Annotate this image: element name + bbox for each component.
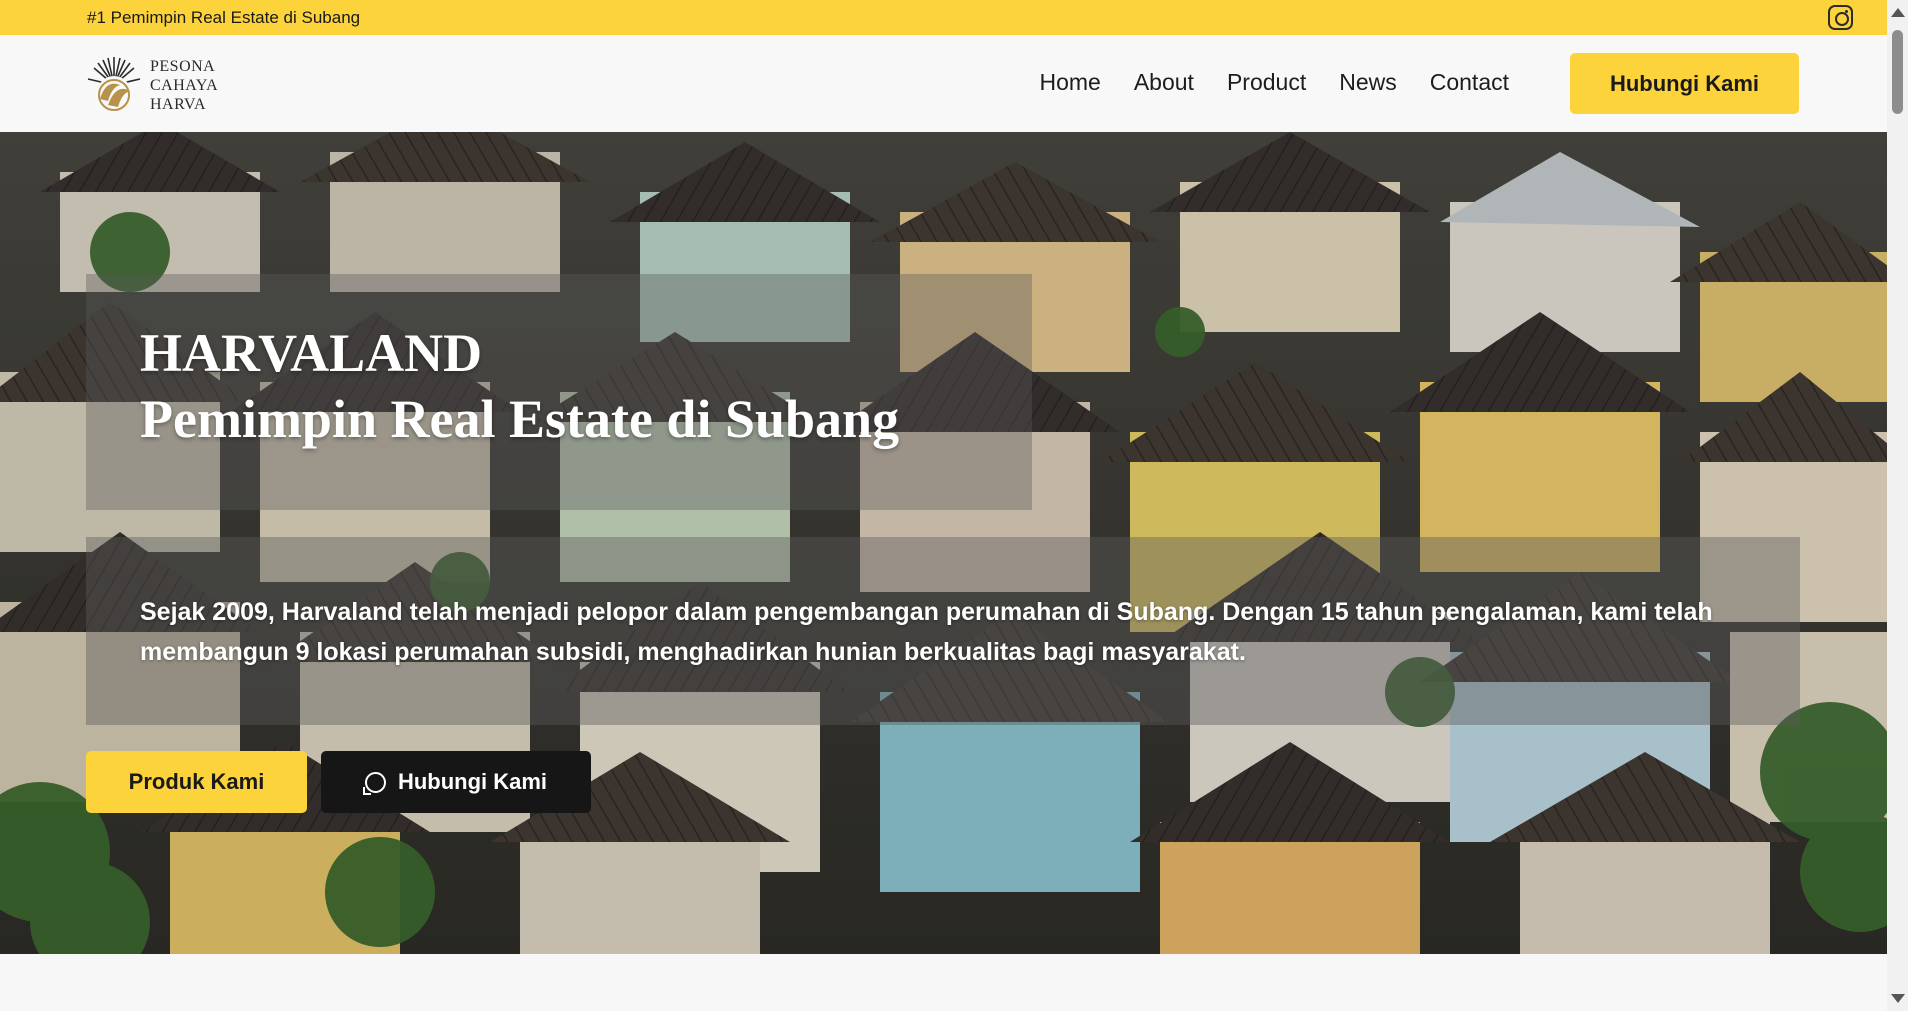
scrollbar-thumb[interactable]	[1892, 30, 1903, 114]
nav-news[interactable]: News	[1339, 69, 1397, 96]
whatsapp-icon	[362, 771, 386, 795]
contact-us-button[interactable]: Hubungi Kami	[1570, 53, 1799, 114]
logo-line: PESONA	[150, 57, 216, 75]
scroll-up-arrow-icon[interactable]	[1891, 8, 1905, 17]
logo-text: PESONA CAHAYA HARVA	[150, 57, 218, 114]
main-nav: Home About Product News Contact	[1006, 69, 1509, 96]
hero-description: Sejak 2009, Harvaland telah menjadi pelo…	[140, 598, 1713, 666]
instagram-icon[interactable]	[1828, 5, 1853, 30]
whatsapp-contact-button[interactable]: Hubungi Kami	[321, 751, 591, 813]
sun-logo-icon	[86, 55, 142, 115]
hero-title: HARVALAND Pemimpin Real Estate di Subang	[140, 320, 899, 452]
scroll-down-arrow-icon[interactable]	[1891, 994, 1905, 1003]
nav-product[interactable]: Product	[1227, 69, 1306, 96]
our-products-button[interactable]: Produk Kami	[86, 751, 307, 813]
hero-title-line1: HARVALAND	[140, 323, 483, 383]
announcement-bar: #1 Pemimpin Real Estate di Subang	[0, 0, 1887, 35]
announcement-text: #1 Pemimpin Real Estate di Subang	[87, 8, 361, 27]
hero-title-line2: Pemimpin Real Estate di Subang	[140, 389, 900, 449]
logo[interactable]: PESONA CAHAYA HARVA	[86, 55, 218, 115]
logo-line: HARVA	[150, 95, 207, 113]
page: #1 Pemimpin Real Estate di Subang PESONA…	[0, 0, 1908, 1011]
whatsapp-contact-label: Hubungi Kami	[397, 769, 548, 794]
site-header: PESONA CAHAYA HARVA Home About Product N…	[0, 35, 1887, 132]
nav-contact[interactable]: Contact	[1430, 69, 1509, 96]
logo-line: CAHAYA	[150, 76, 219, 94]
hero-section: HARVALAND Pemimpin Real Estate di Subang…	[0, 132, 1887, 954]
page-scrollbar[interactable]	[1887, 0, 1908, 1011]
nav-home[interactable]: Home	[1039, 69, 1100, 96]
nav-about[interactable]: About	[1134, 69, 1194, 96]
